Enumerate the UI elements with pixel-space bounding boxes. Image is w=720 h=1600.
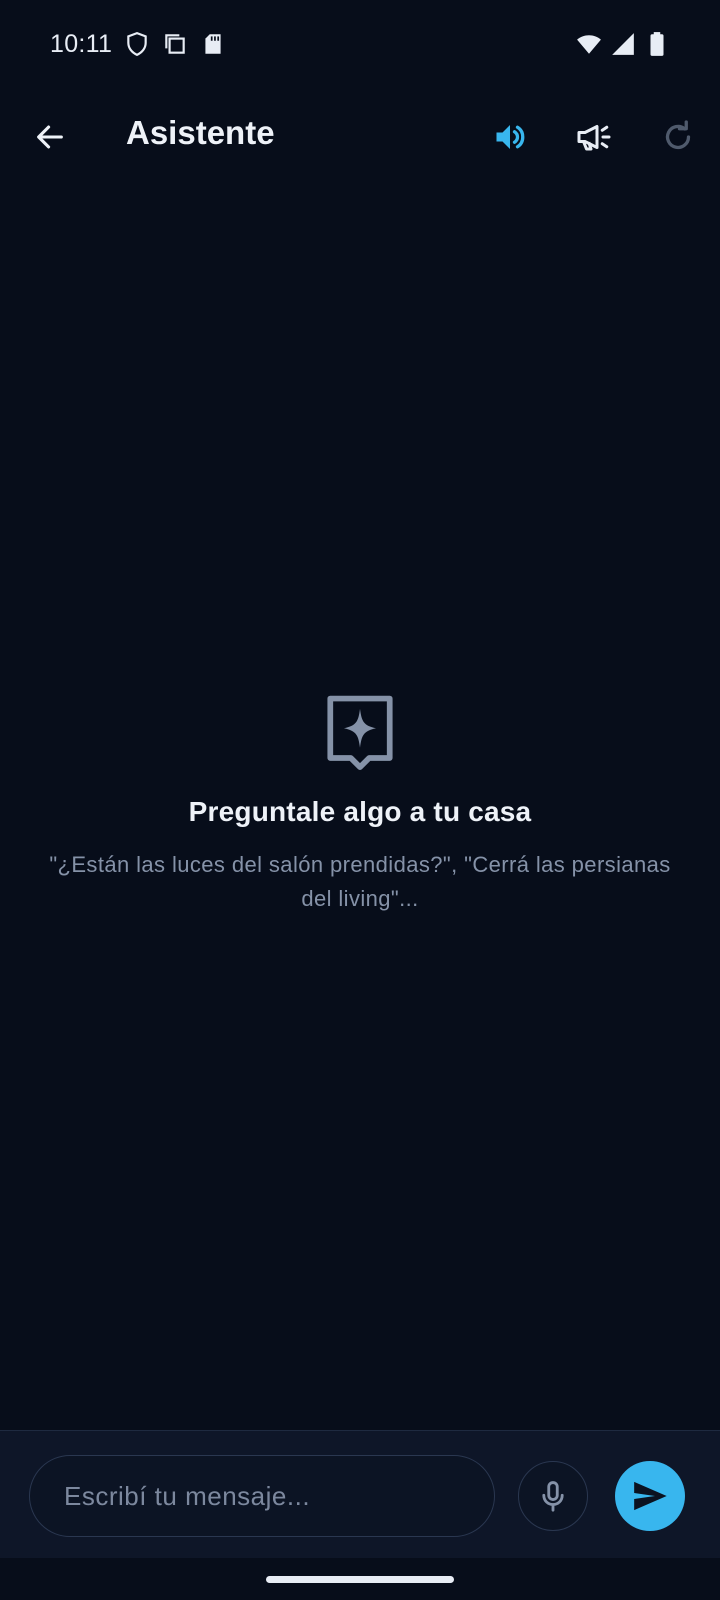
status-bar: 10:11 [0, 0, 720, 88]
announcement-button[interactable] [566, 109, 622, 165]
empty-state-subtitle: "¿Están las luces del salón prendidas?",… [49, 852, 671, 911]
home-indicator[interactable] [266, 1576, 454, 1583]
signal-icon [610, 31, 636, 57]
status-right [576, 31, 670, 57]
copy-icon [162, 31, 188, 57]
empty-state: Preguntale algo a tu casa "¿Están las lu… [0, 694, 720, 916]
wifi-icon [576, 31, 602, 57]
announcement-icon [577, 125, 611, 151]
refresh-button[interactable] [650, 109, 706, 165]
battery-icon [644, 31, 670, 57]
volume-icon [496, 125, 525, 149]
volume-button[interactable] [482, 109, 538, 165]
refresh-icon [665, 120, 691, 150]
status-time: 10:11 [50, 29, 113, 58]
composer-bar [0, 1430, 720, 1558]
gesture-area [0, 1558, 720, 1600]
page-title: Asistente [126, 114, 275, 151]
back-button[interactable] [22, 109, 78, 165]
sparkle-chat-icon [327, 695, 393, 770]
sd-card-icon [200, 31, 226, 57]
shield-icon [124, 31, 150, 57]
microphone-icon [542, 1481, 564, 1512]
assistant-screen: 10:11 Asistente Preguntale algo a tu cas… [0, 0, 720, 1600]
message-input[interactable] [29, 1455, 495, 1537]
app-bar: Asistente [0, 96, 720, 178]
empty-state-title: Preguntale algo a tu casa [188, 796, 532, 827]
send-button[interactable] [615, 1461, 685, 1531]
microphone-button[interactable] [518, 1461, 588, 1531]
arrow-left-icon [37, 125, 63, 149]
status-left: 10:11 [50, 30, 226, 59]
send-icon [634, 1481, 667, 1511]
